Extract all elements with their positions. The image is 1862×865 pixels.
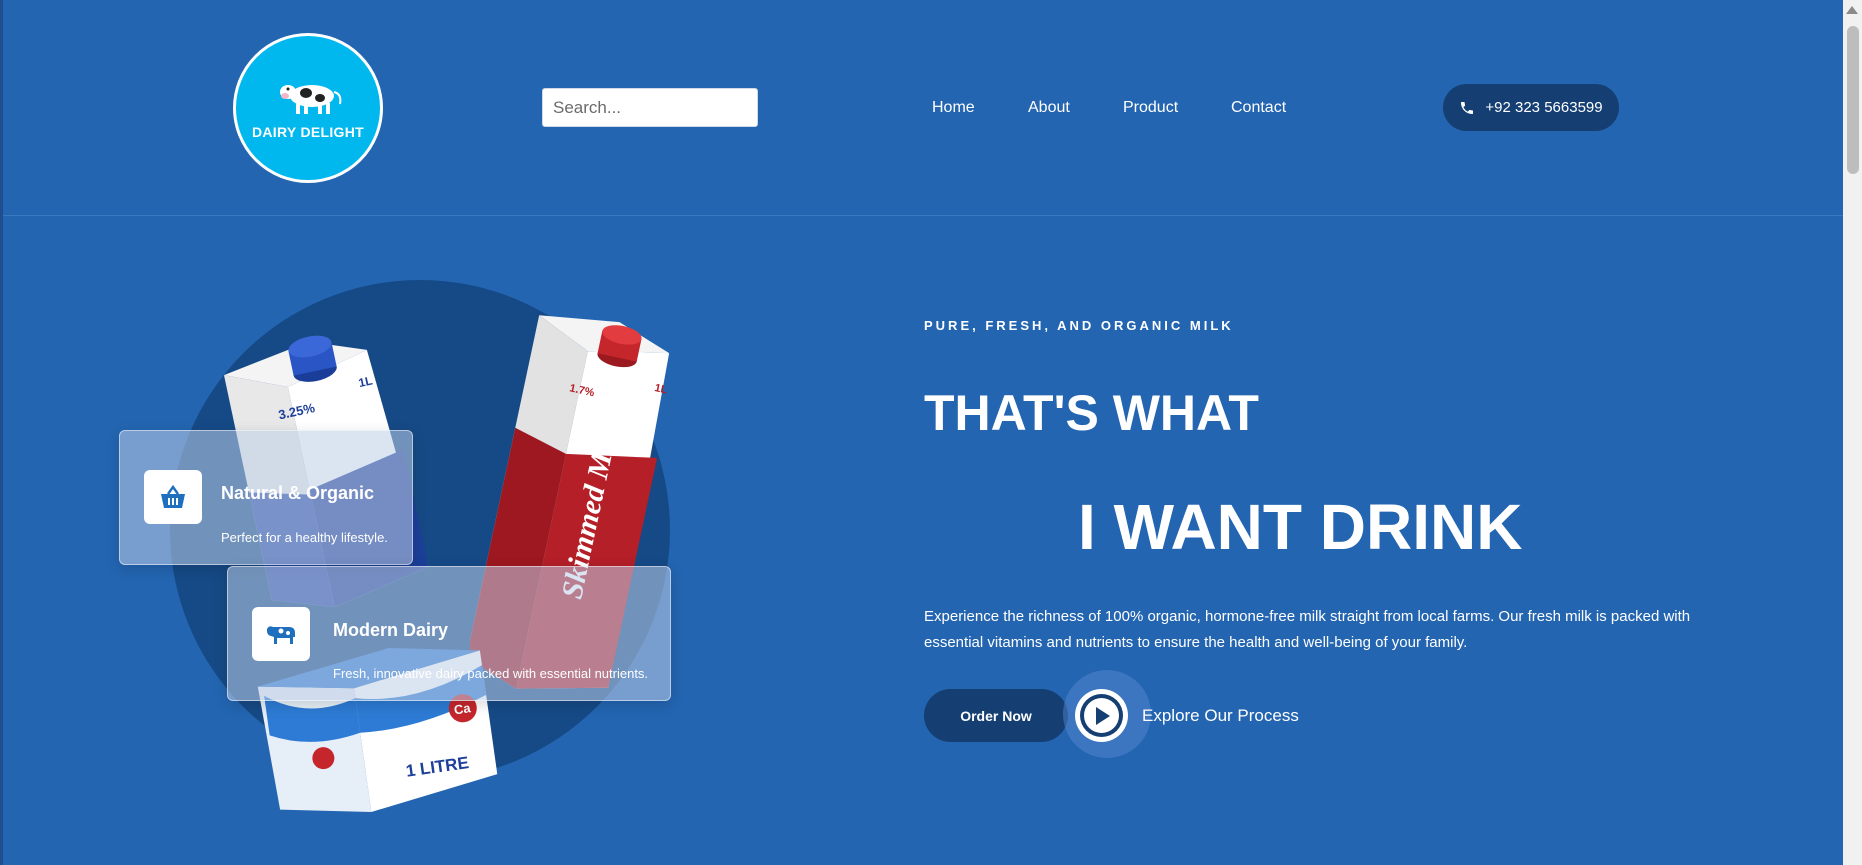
page-scrollbar[interactable] (1843, 0, 1862, 865)
cow-icon (280, 85, 342, 114)
feature-card-modern[interactable]: Modern Dairy Fresh, innovative dairy pac… (227, 566, 671, 701)
play-icon (1095, 706, 1110, 725)
phone-number: +92 323 5663599 (1485, 99, 1603, 116)
nav-contact[interactable]: Contact (1231, 99, 1286, 117)
feature-desc: Perfect for a healthy lifestyle. (221, 530, 388, 545)
nav-product[interactable]: Product (1123, 99, 1178, 117)
feature-title: Modern Dairy (333, 620, 449, 640)
feature-title: Natural & Organic (221, 483, 375, 503)
card-icon-box (252, 607, 310, 661)
feature-card-natural[interactable]: Natural & Organic Perfect for a healthy … (119, 430, 413, 565)
search-input[interactable] (542, 88, 758, 127)
hero-headline-line1: THAT'S WHAT (924, 385, 1259, 441)
play-icon-wrap[interactable] (1084, 698, 1119, 733)
nav-home[interactable]: Home (932, 99, 975, 117)
brand-logo[interactable]: DAIRY DELIGHT (233, 33, 383, 183)
carton-litre-badge: Ca (453, 700, 472, 717)
hero-headline-line2: I WANT DRINK (1078, 491, 1523, 563)
explore-process-link[interactable]: Explore Our Process (1142, 706, 1299, 726)
scrollbar-thumb[interactable] (1847, 26, 1859, 174)
phone-icon (1461, 101, 1474, 114)
site-header: DAIRY DELIGHT Home About Product Contact… (3, 0, 1843, 216)
card-icon-box (144, 470, 202, 524)
nav-about[interactable]: About (1028, 99, 1070, 117)
hero-eyebrow: PURE, FRESH, AND ORGANIC MILK (924, 318, 1234, 333)
order-now-button[interactable]: Order Now (924, 689, 1068, 742)
cow-icon (267, 626, 295, 644)
scroll-up-arrow-icon[interactable] (1846, 6, 1858, 14)
phone-button[interactable]: +92 323 5663599 (1443, 84, 1619, 131)
feature-desc: Fresh, innovative dairy packed with esse… (333, 666, 649, 681)
brand-name: DAIRY DELIGHT (251, 124, 365, 140)
basket-icon (161, 484, 185, 508)
carton-blue-size: 1L (357, 374, 374, 391)
hero-description: Experience the richness of 100% organic,… (924, 608, 1691, 651)
